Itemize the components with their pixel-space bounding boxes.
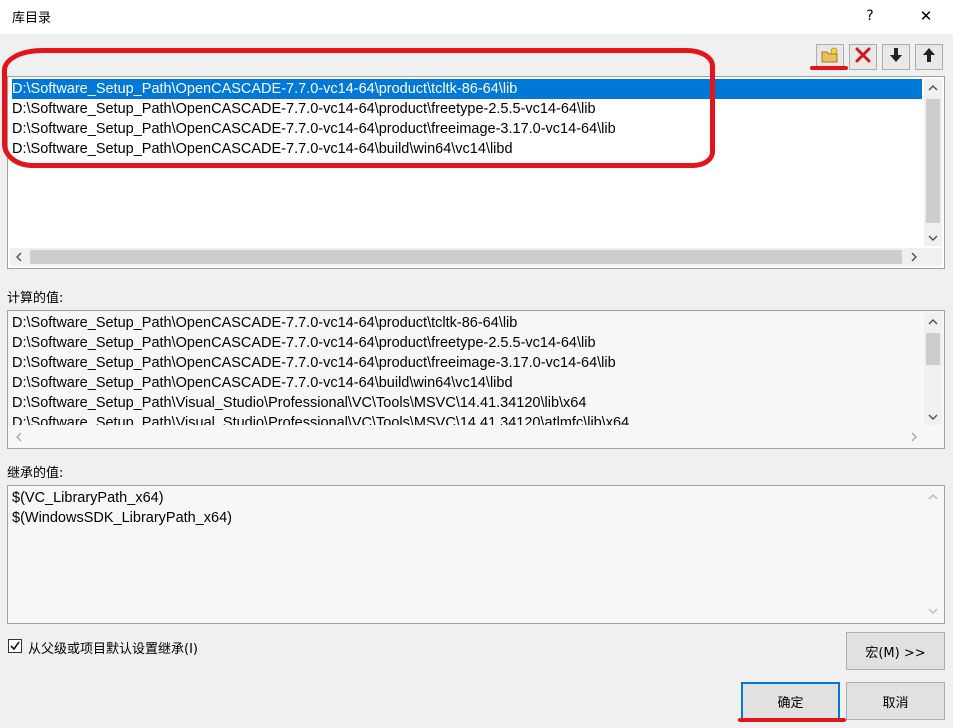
- cancel-button[interactable]: 取消: [846, 682, 945, 720]
- list-item[interactable]: D:\Software_Setup_Path\OpenCASCADE-7.7.0…: [12, 99, 596, 119]
- list-item[interactable]: D:\Software_Setup_Path\OpenCASCADE-7.7.0…: [12, 79, 922, 99]
- scroll-left-icon[interactable]: [10, 248, 27, 265]
- scroll-thumb[interactable]: [926, 99, 940, 223]
- list-item[interactable]: D:\Software_Setup_Path\OpenCASCADE-7.7.0…: [12, 119, 616, 139]
- list-item: D:\Software_Setup_Path\Visual_Studio\Pro…: [12, 395, 587, 411]
- folder-add-icon: [821, 47, 839, 67]
- move-up-button[interactable]: [915, 44, 943, 70]
- ok-button[interactable]: 确定: [741, 682, 840, 720]
- scroll-right-icon[interactable]: [905, 428, 922, 445]
- list-item: D:\Software_Setup_Path\OpenCASCADE-7.7.0…: [12, 315, 518, 331]
- arrow-up-icon: [922, 47, 936, 67]
- list-item: $(WindowsSDK_LibraryPath_x64): [12, 510, 233, 526]
- title-bar: [0, 0, 953, 34]
- scroll-up-icon[interactable]: [924, 488, 941, 505]
- evaluated-label: 计算的值:: [7, 291, 64, 306]
- delete-button[interactable]: [849, 44, 877, 70]
- help-button[interactable]: ?: [856, 2, 884, 30]
- dialog-title: 库目录: [12, 11, 52, 26]
- scroll-right-icon[interactable]: [905, 248, 922, 265]
- checkmark-icon: [10, 641, 20, 651]
- list-item: $(VC_LibraryPath_x64): [12, 490, 164, 506]
- move-down-button[interactable]: [882, 44, 910, 70]
- horizontal-scrollbar[interactable]: [10, 248, 942, 266]
- list-item: D:\Software_Setup_Path\Visual_Studio\Pro…: [12, 415, 630, 425]
- close-button[interactable]: ✕: [906, 2, 946, 30]
- delete-x-icon: [855, 47, 871, 67]
- scroll-up-icon[interactable]: [924, 313, 941, 330]
- inherited-label: 继承的值:: [7, 466, 64, 481]
- vertical-scrollbar[interactable]: [924, 79, 942, 246]
- new-line-button[interactable]: [816, 44, 844, 70]
- scroll-thumb[interactable]: [30, 250, 902, 264]
- horizontal-scrollbar[interactable]: [10, 428, 942, 446]
- scroll-down-icon[interactable]: [924, 408, 941, 425]
- macros-button[interactable]: 宏(M) >>: [846, 632, 945, 670]
- vertical-scrollbar[interactable]: [924, 488, 942, 619]
- vertical-scrollbar[interactable]: [924, 313, 942, 425]
- inherited-values-box[interactable]: $(VC_LibraryPath_x64) $(WindowsSDK_Libra…: [7, 485, 945, 624]
- arrow-down-icon: [889, 47, 903, 67]
- scroll-down-icon[interactable]: [924, 602, 941, 619]
- inherit-checkbox[interactable]: [8, 639, 22, 653]
- list-item: D:\Software_Setup_Path\OpenCASCADE-7.7.0…: [12, 335, 596, 351]
- list-item: D:\Software_Setup_Path\OpenCASCADE-7.7.0…: [12, 355, 616, 371]
- scroll-thumb[interactable]: [926, 333, 940, 365]
- scroll-down-icon[interactable]: [924, 229, 941, 246]
- evaluated-values-box[interactable]: D:\Software_Setup_Path\OpenCASCADE-7.7.0…: [7, 310, 945, 449]
- list-item: D:\Software_Setup_Path\OpenCASCADE-7.7.0…: [12, 375, 513, 391]
- scroll-up-icon[interactable]: [924, 79, 941, 96]
- scroll-left-icon[interactable]: [10, 428, 27, 445]
- editable-path-list[interactable]: D:\Software_Setup_Path\OpenCASCADE-7.7.0…: [7, 76, 945, 269]
- inherit-checkbox-label[interactable]: 从父级或项目默认设置继承(I): [28, 638, 198, 657]
- list-item[interactable]: D:\Software_Setup_Path\OpenCASCADE-7.7.0…: [12, 139, 513, 159]
